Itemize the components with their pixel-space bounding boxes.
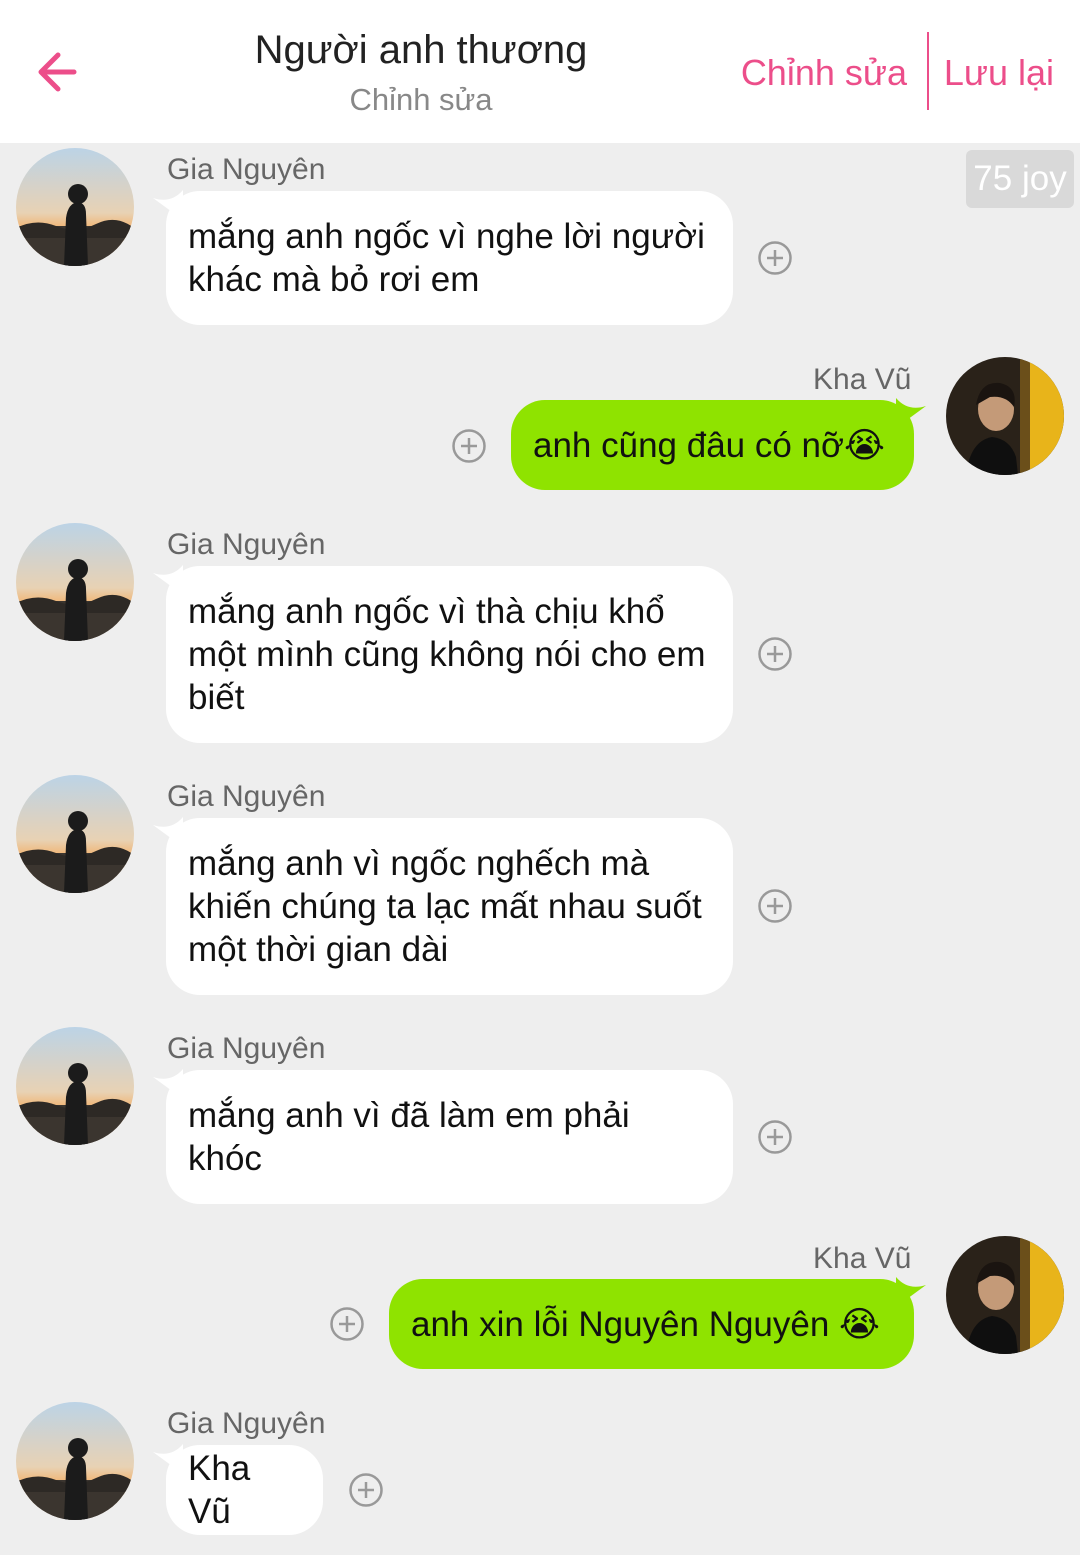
- sender-name: Gia Nguyên: [167, 780, 326, 813]
- header-divider: [927, 32, 929, 110]
- add-reaction-icon[interactable]: [757, 240, 793, 276]
- sender-name: Kha Vũ: [813, 1242, 912, 1275]
- message-bubble[interactable]: Kha Vũ: [166, 1445, 323, 1535]
- avatar-kha-vu[interactable]: [946, 357, 1064, 475]
- message-bubble[interactable]: mắng anh vì ngốc nghếch mà khiến chúng t…: [166, 818, 733, 995]
- sender-name: Kha Vũ: [813, 363, 912, 396]
- avatar-gia-nguyen[interactable]: [16, 523, 134, 641]
- conversation-title: Người anh thương: [254, 28, 588, 72]
- message-bubble[interactable]: mắng anh ngốc vì thà chịu khổ một mình c…: [166, 566, 733, 743]
- top-bar: Người anh thương Chỉnh sửa Chỉnh sửa Lưu…: [0, 0, 1080, 143]
- sender-name: Gia Nguyên: [167, 153, 326, 186]
- avatar-gia-nguyen[interactable]: [16, 1027, 134, 1145]
- add-reaction-icon[interactable]: [451, 428, 487, 464]
- points-badge: 75 joy: [966, 150, 1074, 208]
- message-bubble[interactable]: anh xin lỗi Nguyên Nguyên 😭: [389, 1279, 914, 1369]
- message-bubble[interactable]: mắng anh ngốc vì nghe lời người khác mà …: [166, 191, 733, 325]
- conversation-subtitle: Chỉnh sửa: [349, 82, 493, 117]
- avatar-kha-vu[interactable]: [946, 1236, 1064, 1354]
- avatar-gia-nguyen[interactable]: [16, 1402, 134, 1520]
- sender-name: Gia Nguyên: [167, 528, 326, 561]
- sender-name: Gia Nguyên: [167, 1407, 326, 1440]
- add-reaction-icon[interactable]: [757, 1119, 793, 1155]
- add-reaction-icon[interactable]: [757, 888, 793, 924]
- sender-name: Gia Nguyên: [167, 1032, 326, 1065]
- add-reaction-icon[interactable]: [757, 636, 793, 672]
- edit-button[interactable]: Chỉnh sửa: [741, 52, 907, 94]
- save-button[interactable]: Lưu lại: [944, 52, 1054, 94]
- avatar-gia-nguyen[interactable]: [16, 775, 134, 893]
- add-reaction-icon[interactable]: [329, 1306, 365, 1342]
- message-bubble[interactable]: mắng anh vì đã làm em phải khóc: [166, 1070, 733, 1204]
- avatar-gia-nguyen[interactable]: [16, 148, 134, 266]
- message-bubble[interactable]: anh cũng đâu có nỡ😭: [511, 400, 914, 490]
- add-reaction-icon[interactable]: [348, 1472, 384, 1508]
